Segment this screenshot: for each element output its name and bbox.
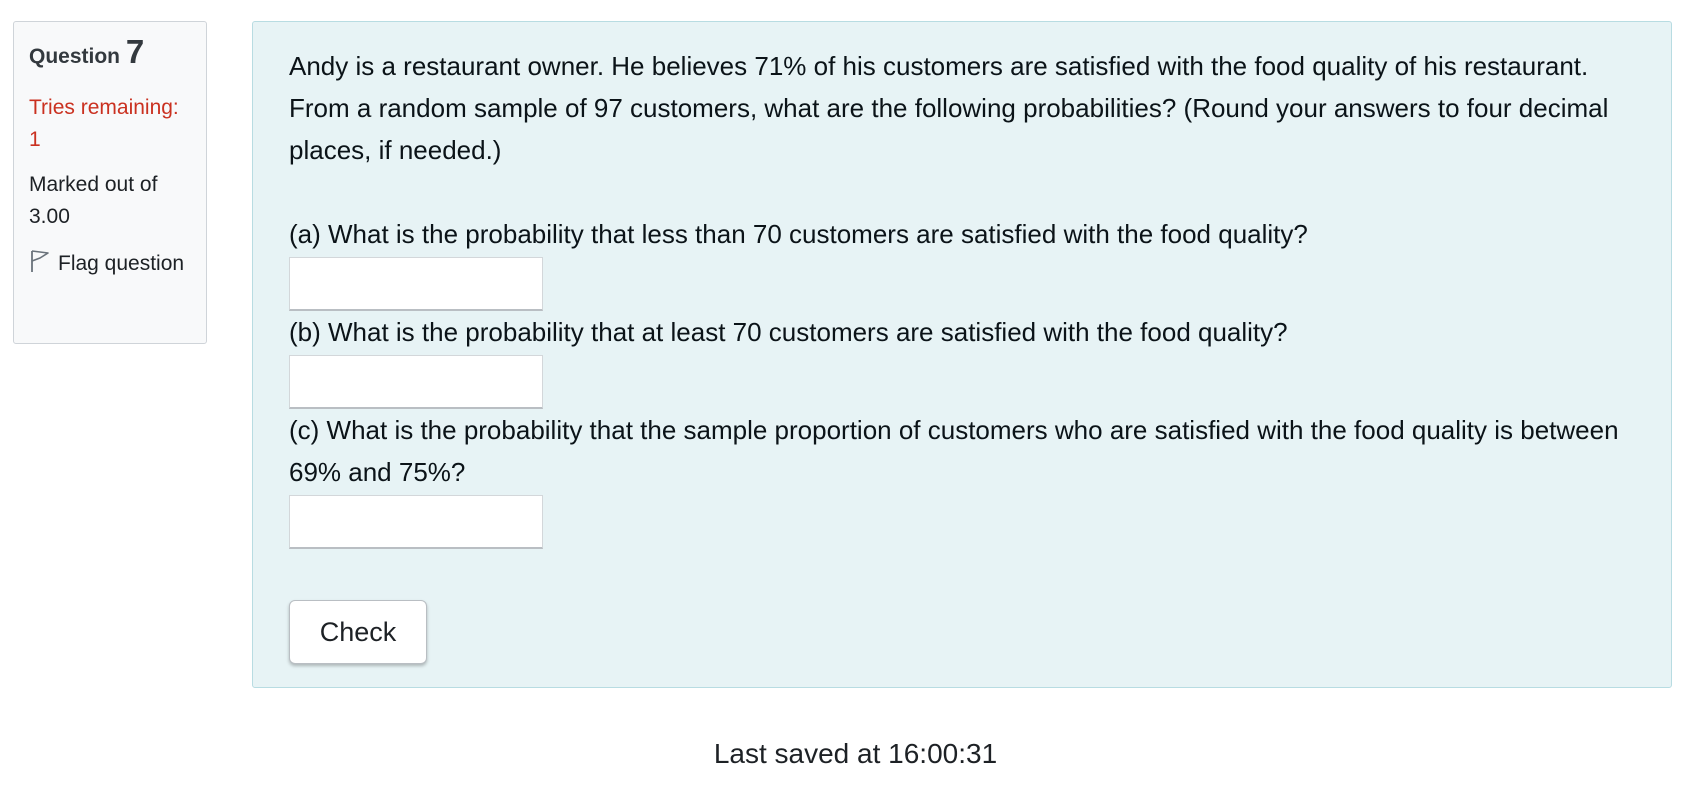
question-label: Question [29,45,121,68]
part-b-text: (b) What is the probability that at leas… [289,317,1288,347]
part-c-text: (c) What is the probability that the sam… [289,415,1619,487]
question-content-panel: Andy is a restaurant owner. He believes … [252,21,1672,688]
question-heading: Question 7 [29,35,191,72]
part-a-answer-input[interactable] [289,257,543,311]
flag-icon [31,250,49,272]
question-number: 7 [125,33,145,70]
marked-out-of: Marked out of 3.00 [29,173,158,228]
part-c-answer-input[interactable] [289,495,543,549]
tries-remaining: Tries remaining: 1 [29,96,179,151]
part-b-answer-input[interactable] [289,355,543,409]
question-info-panel: Question 7 Tries remaining: 1 Marked out… [13,21,207,344]
question-text: Andy is a restaurant owner. He believes … [289,51,1609,165]
flag-question-label: Flag question [58,252,185,275]
last-saved-status: Last saved at 16:00:31 [713,738,998,769]
flag-question-toggle[interactable]: Flag question [29,248,191,280]
part-a-text: (a) What is the probability that less th… [289,219,1308,249]
check-button[interactable]: Check [289,600,427,664]
